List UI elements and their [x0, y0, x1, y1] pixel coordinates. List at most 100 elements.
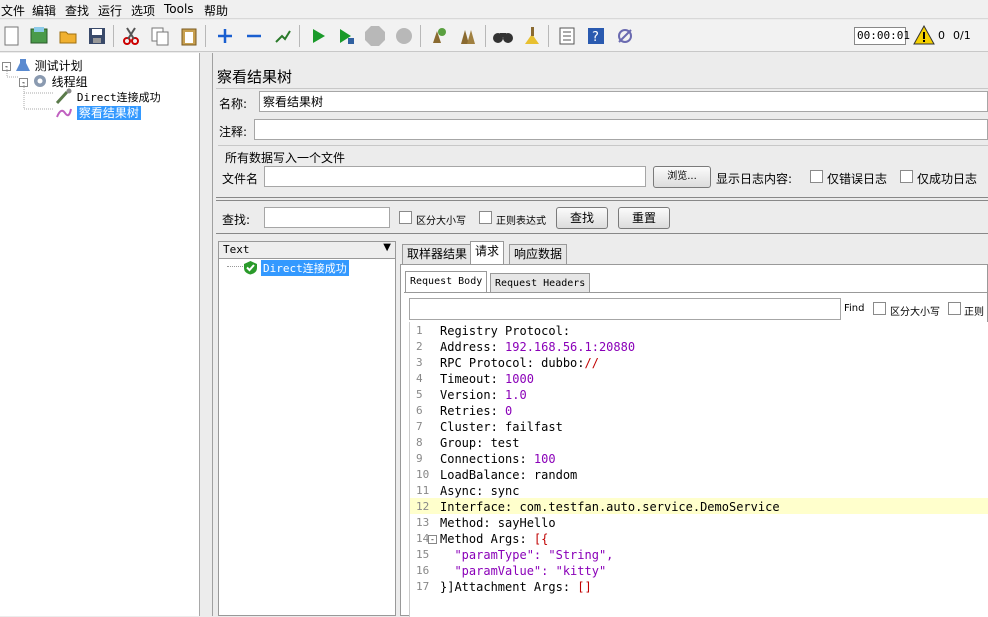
- regex-label: 正则表达式: [496, 216, 546, 227]
- code-line: "paramValue": "kitty": [454, 564, 607, 578]
- find-input[interactable]: [409, 298, 841, 320]
- tab-sampler-result[interactable]: 取样器结果: [402, 244, 473, 265]
- search-icon[interactable]: [491, 24, 515, 48]
- paste-icon[interactable]: [177, 24, 201, 48]
- panel-title: 察看结果树: [217, 68, 293, 86]
- renderer-select[interactable]: Text ▼: [219, 242, 395, 259]
- file-label: 文件名: [222, 172, 259, 186]
- menu-file[interactable]: 文件: [1, 2, 25, 19]
- collapse-icon[interactable]: [242, 24, 266, 48]
- name-field[interactable]: [259, 91, 988, 112]
- tree-lines: [6, 67, 54, 110]
- menu-bar: 文件 编辑 查找 运行 选项 Tools 帮助: [0, 0, 988, 19]
- split-handle[interactable]: [216, 233, 988, 237]
- start-no-pauses-icon[interactable]: [334, 24, 358, 48]
- menu-run[interactable]: 运行: [98, 2, 122, 19]
- toggle-icon[interactable]: [271, 24, 295, 48]
- main-panel: 察看结果树 名称: 注释: 所有数据写入一个文件 文件名 浏览... 显示日志内…: [214, 53, 988, 617]
- tab-request-headers[interactable]: Request Headers: [490, 273, 591, 292]
- new-icon[interactable]: [0, 24, 24, 48]
- code-line: Timeout: 1000: [440, 372, 534, 386]
- menu-search[interactable]: 查找: [65, 2, 89, 19]
- line-number: 3: [416, 356, 423, 369]
- find-regex-checkbox[interactable]: [948, 302, 961, 315]
- success-only-checkbox[interactable]: [900, 170, 913, 183]
- tab-request[interactable]: 请求: [470, 241, 505, 265]
- code-line: Retries: 0: [440, 404, 513, 418]
- code-line: Group: test: [440, 436, 520, 450]
- comment-field[interactable]: [254, 119, 988, 140]
- find-regex-label: 正则: [964, 307, 984, 318]
- menu-options[interactable]: 选项: [131, 2, 155, 19]
- code-line: Connections: 100: [440, 452, 556, 466]
- line-number: 10: [416, 468, 430, 481]
- fold-toggle-icon[interactable]: -: [428, 535, 437, 544]
- code-editor[interactable]: 1 Registry Protocol: 2 Address: 192.168.56.…: [409, 322, 988, 617]
- warning-icon[interactable]: [913, 24, 935, 48]
- tab-request-body[interactable]: Request Body: [405, 271, 488, 292]
- menu-tools[interactable]: Tools: [164, 2, 194, 16]
- expand-icon[interactable]: [213, 24, 237, 48]
- line-number: 2: [416, 340, 423, 353]
- menu-edit[interactable]: 编辑: [32, 2, 56, 19]
- code-line: LoadBalance: random: [440, 468, 578, 482]
- code-line: Registry Protocol:: [440, 324, 571, 338]
- templates-icon[interactable]: [27, 24, 51, 48]
- remote-icon[interactable]: [613, 24, 637, 48]
- chevron-down-icon: ▼: [383, 242, 391, 253]
- name-label: 名称:: [219, 97, 248, 111]
- help-icon[interactable]: ?: [584, 24, 608, 48]
- renderer-value: Text: [223, 243, 250, 256]
- start-icon[interactable]: [306, 24, 330, 48]
- errors-only-label: 仅错误日志: [827, 172, 888, 186]
- request-panel: Request Body Request Headers Find 区分大小写 …: [400, 264, 988, 617]
- case-sensitive-label: 区分大小写: [416, 216, 466, 227]
- line-number: 15: [416, 548, 430, 561]
- split-divider[interactable]: [201, 53, 213, 616]
- error-count: 0: [938, 29, 945, 42]
- code-line: }]Attachment Args: []: [440, 580, 592, 594]
- code-line: Interface: com.testfan.auto.service.Demo…: [440, 500, 780, 514]
- menu-help[interactable]: 帮助: [204, 2, 228, 19]
- line-number: 8: [416, 436, 423, 449]
- search-input[interactable]: [264, 207, 390, 228]
- thread-count: 0/1: [953, 29, 971, 42]
- code-line: RPC Protocol: dubbo://: [440, 356, 599, 370]
- find-case-label: 区分大小写: [890, 307, 940, 318]
- find-label: Find: [844, 303, 865, 314]
- split-handle[interactable]: [216, 197, 988, 201]
- copy-icon[interactable]: [148, 24, 172, 48]
- svg-text:?: ?: [592, 30, 599, 45]
- open-icon[interactable]: [56, 24, 80, 48]
- save-icon[interactable]: [85, 24, 109, 48]
- function-helper-icon[interactable]: [555, 24, 579, 48]
- case-sensitive-checkbox[interactable]: [399, 211, 412, 224]
- code-line: Method Args: [{: [440, 532, 549, 546]
- search-button[interactable]: 查找: [556, 207, 608, 229]
- regex-checkbox[interactable]: [479, 211, 492, 224]
- code-line: Method: sayHello: [440, 516, 556, 530]
- comment-label: 注释:: [219, 125, 248, 139]
- stop-icon[interactable]: [363, 24, 387, 48]
- errors-only-checkbox[interactable]: [810, 170, 823, 183]
- code-line: Async: sync: [440, 484, 520, 498]
- find-case-checkbox[interactable]: [873, 302, 886, 315]
- reset-search-icon[interactable]: [520, 24, 544, 48]
- shutdown-icon[interactable]: [392, 24, 416, 48]
- clear-all-icon[interactable]: [456, 24, 480, 48]
- code-line: "paramType": "String",: [454, 548, 614, 562]
- cut-icon[interactable]: [119, 24, 143, 48]
- code-line: Version: 1.0: [440, 388, 527, 402]
- elapsed-time: 00:00:01: [854, 27, 910, 45]
- clear-icon[interactable]: [427, 24, 451, 48]
- tab-response-data[interactable]: 响应数据: [509, 244, 568, 265]
- code-line: Address: 192.168.56.1:20880: [440, 340, 636, 354]
- browse-button[interactable]: 浏览...: [653, 166, 711, 188]
- filename-field[interactable]: [264, 166, 646, 187]
- code-line: Cluster: failfast: [440, 420, 563, 434]
- log-display-label: 显示日志内容:: [716, 172, 793, 186]
- file-section-title: 所有数据写入一个文件: [225, 151, 346, 165]
- success-only-label: 仅成功日志: [917, 172, 978, 186]
- reset-button[interactable]: 重置: [618, 207, 670, 229]
- result-item[interactable]: Direct连接成功: [261, 260, 349, 276]
